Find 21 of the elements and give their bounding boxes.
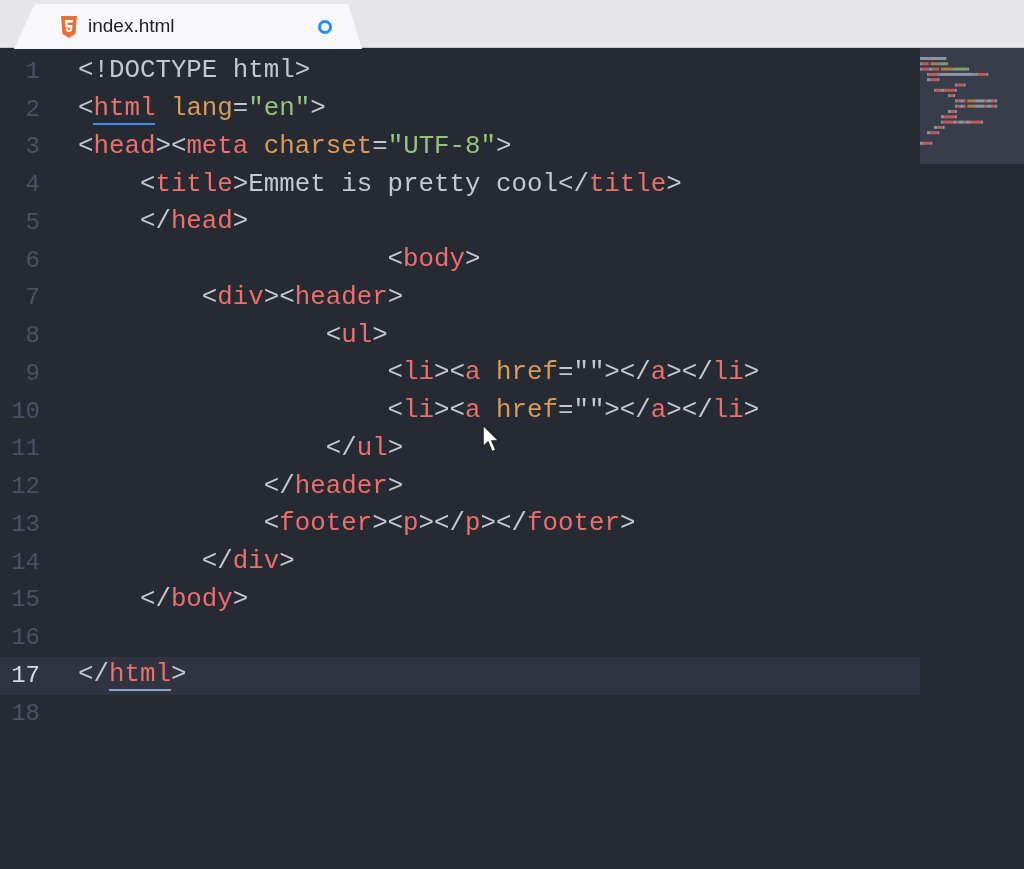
code-line: <li><a href=""></a></li> xyxy=(386,358,760,390)
code-line: <body> xyxy=(386,245,481,277)
code-line: <footer><p></p></footer> xyxy=(262,509,636,541)
code-line: </body> xyxy=(138,584,249,616)
code-line: <html lang="en"> xyxy=(78,94,326,126)
code-line: </head> xyxy=(138,207,249,239)
code-line: </ul> xyxy=(324,433,404,465)
code-line: <title>Emmet is pretty cool</title> xyxy=(138,169,682,201)
code-line: <ul> xyxy=(324,320,388,352)
code-line: </header> xyxy=(262,471,404,503)
line-number: 17 xyxy=(10,660,40,691)
code-line: </div> xyxy=(200,547,295,579)
code-line: <div><header> xyxy=(200,282,404,314)
tab-title: index.html xyxy=(88,14,176,39)
code-line: <head><meta charset="UTF-8"> xyxy=(78,131,512,163)
editor-tab[interactable]: index.html xyxy=(14,4,362,49)
code-line: </html> xyxy=(78,660,187,692)
code-line: <li><a href=""></a></li> xyxy=(386,396,760,428)
mouse-pointer-icon xyxy=(482,424,500,454)
html5-icon xyxy=(60,15,78,38)
code-line: <!DOCTYPE html> xyxy=(78,56,311,88)
